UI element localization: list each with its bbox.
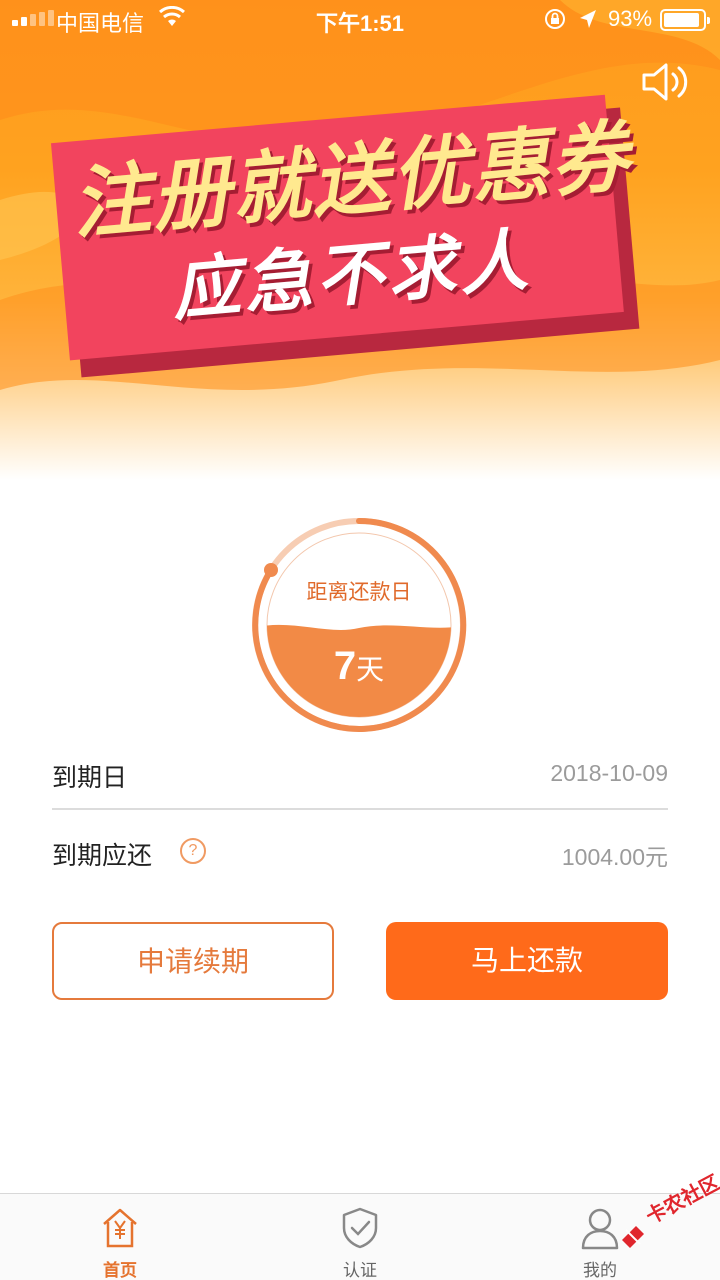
promo-banner[interactable]: 中国电信 下午1:51 93% 注册就送优惠券 应急不求人 — [0, 0, 720, 480]
battery-icon — [660, 9, 710, 31]
countdown-label: 距离还款日 — [306, 581, 412, 604]
due-date-value: 2018-10-09 — [550, 760, 668, 786]
promo-board: 注册就送优惠券 应急不求人 — [50, 94, 640, 378]
help-icon[interactable]: ? — [180, 838, 206, 864]
countdown-unit: 天 — [356, 654, 385, 685]
battery-percent: 93% — [608, 6, 653, 31]
repay-now-button[interactable]: 马上还款 — [386, 922, 668, 1000]
rotation-lock-icon — [545, 9, 565, 29]
user-icon — [581, 1208, 619, 1250]
tab-auth[interactable]: 认证 — [300, 1194, 420, 1280]
amount-due-label: 到期应还 — [52, 842, 153, 870]
countdown-value: 7天 — [246, 644, 472, 689]
status-bar: 中国电信 下午1:51 93% — [0, 0, 720, 40]
tab-home-label: 首页 — [103, 1261, 137, 1280]
bottom-tab-bar: 首页 认证 我的 — [0, 1193, 720, 1280]
due-date-label: 到期日 — [52, 764, 128, 792]
due-date-row: 到期日 2018-10-09 — [52, 740, 668, 810]
home-icon — [103, 1208, 137, 1248]
amount-due-row: 到期应还 ? 1004.00元 — [52, 818, 668, 888]
apply-renewal-button[interactable]: 申请续期 — [52, 922, 334, 1000]
speaker-icon[interactable] — [640, 60, 694, 104]
countdown-days: 7 — [333, 644, 357, 688]
shield-check-icon — [342, 1207, 378, 1249]
repayment-countdown-gauge: 距离还款日 7天 — [246, 512, 472, 738]
gauge-graphic — [252, 518, 467, 732]
tab-auth-label: 认证 — [343, 1261, 377, 1280]
location-arrow-icon — [580, 10, 596, 28]
amount-due-value: 1004.00元 — [561, 844, 668, 870]
tab-home[interactable]: 首页 — [60, 1194, 180, 1280]
